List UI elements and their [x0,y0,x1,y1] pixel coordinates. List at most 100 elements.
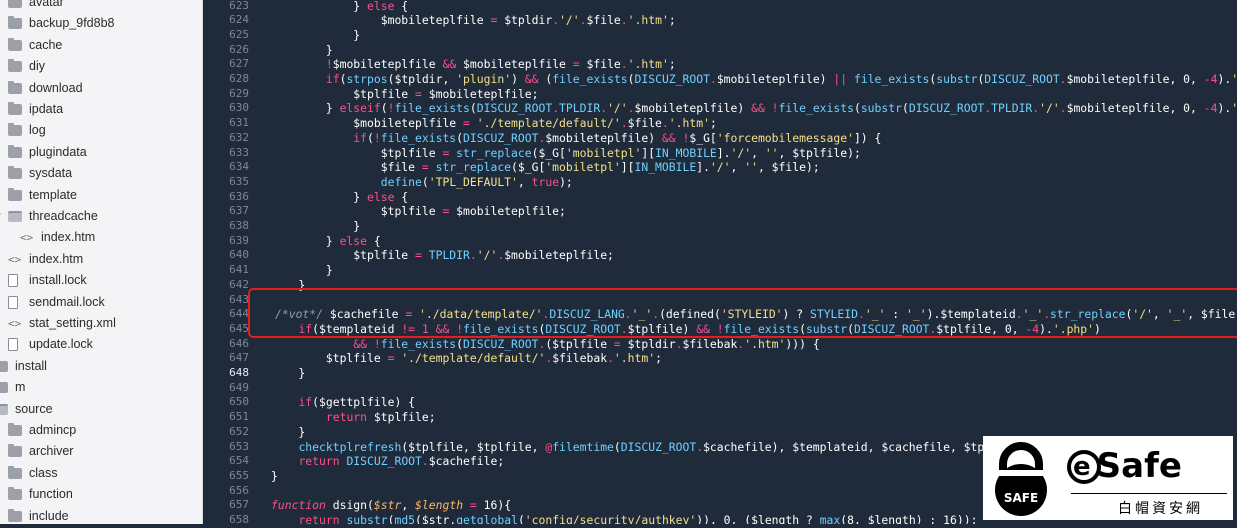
code-token: DISCUZ_ROOT [908,101,985,116]
code-line[interactable]: if(!file_exists(DISCUZ_ROOT.$mobileteplf… [271,131,881,146]
tree-item[interactable]: ›admincp [0,420,202,441]
tree-item[interactable]: ›class [0,463,202,484]
tree-item[interactable]: update.lock [0,334,202,355]
code-token: substr [936,72,978,86]
tree-item[interactable]: install.lock [0,270,202,291]
line-number: 636 [229,189,249,203]
code-token: = [421,160,429,175]
code-token: ($_G[ [531,145,566,160]
tree-item-label: install.lock [29,273,87,288]
tree-item[interactable]: ›backup_9fd8b8 [0,13,202,34]
tree-item[interactable]: install [0,356,202,377]
code-line[interactable]: } [271,425,305,440]
code-line[interactable]: $mobileteplfile = './template/default/'.… [271,116,717,131]
brand-text: Safe [1096,446,1182,486]
code-token: file_exists [778,101,854,116]
code-line[interactable]: if($gettplfile) { [271,395,415,410]
tree-item[interactable]: source [0,399,202,420]
code-token: ]. [696,160,710,175]
code-token: '/' [709,160,731,175]
code-line[interactable]: define('TPL_DEFAULT', true); [271,175,573,190]
code-line[interactable]: } [271,366,305,381]
line-number: 635 [229,174,249,188]
code-token: $file [627,116,662,131]
code-token: } [271,27,361,42]
code-token: $mobileteplfile [456,57,573,72]
code-token: ! [373,336,381,351]
code-line[interactable]: && !file_exists(DISCUZ_ROOT.($tplfile = … [271,336,820,352]
tree-item[interactable]: ›cache [0,35,202,56]
code-token: = [463,116,470,131]
tree-item[interactable]: ›archiver [0,441,202,462]
tree-item[interactable]: <> index.htm [0,227,202,248]
disclosure-chevron-icon[interactable]: ˅ [0,206,1,227]
tree-item[interactable]: ›template [0,185,202,206]
code-token: { [367,233,381,248]
code-line[interactable]: checktplrefresh($tplfile, $tplfile, @fil… [271,440,984,455]
line-number: 642 [229,277,249,291]
tree-item-label: backup_9fd8b8 [29,16,115,31]
code-line[interactable]: return DISCUZ_ROOT.$cachefile; [271,454,504,469]
code-token: = [572,57,580,72]
code-token: $cachefile; [428,454,505,469]
tree-item[interactable]: ›log [0,120,202,141]
tree-item[interactable]: ˅ threadcache [0,206,202,227]
code-token: $tplfile [271,204,443,219]
code-line[interactable]: } [271,469,278,484]
tree-item[interactable]: ›plugindata [0,142,202,163]
tree-item[interactable]: ›diy [0,56,202,77]
code-line[interactable]: return $tplfile; [271,410,436,425]
code-line[interactable]: } else { [271,0,408,13]
tree-item[interactable]: ›include [0,506,202,524]
code-line[interactable]: } elseif(!file_exists(DISCUZ_ROOT.TPLDIR… [271,101,1237,116]
code-line[interactable]: $tplfile = str_replace($_G['mobiletpl'][… [271,146,861,161]
code-line[interactable]: $tplfile = $mobileteplfile; [271,87,538,102]
code-line[interactable]: $tplfile = $mobileteplfile; [271,204,566,219]
code-token: if [353,130,368,145]
code-line[interactable]: } [271,43,333,58]
tree-item[interactable]: ›function [0,484,202,505]
code-line[interactable]: } [271,263,333,278]
folder-icon [8,487,22,501]
code-line[interactable]: $tplfile = './template/default/'.$fileba… [271,351,662,366]
code-token: $file [579,57,621,72]
code-line[interactable]: function dsign($str, $length = 16){ [271,498,511,513]
code-token: file_exists [380,130,457,145]
code-line[interactable]: } else { [271,234,381,249]
tree-item[interactable]: ›download [0,78,202,99]
code-token: IN_MOBILE [655,145,717,160]
code-line[interactable]: $tplfile = TPLDIR.'/'.$mobileteplfile; [271,248,614,263]
code-line[interactable]: !$mobileteplfile && $mobileteplfile = $f… [271,57,676,72]
folder-icon [8,423,22,436]
tree-item[interactable]: sendmail.lock [0,292,202,313]
code-token: . [421,454,429,469]
code-line[interactable]: return substr(md5($str.getglobal('config… [271,513,977,524]
tree-item[interactable]: m [0,377,202,398]
tree-item[interactable]: ›avatar [0,0,202,13]
code-token: && [751,101,765,116]
code-line[interactable]: } [271,219,360,234]
code-token: } [271,189,368,204]
code-token: $mobileteplfile; [504,248,614,263]
code-line[interactable]: $file = str_replace($_G['mobiletpl'][IN_… [271,160,820,175]
code-line[interactable]: } [271,28,360,43]
tree-item[interactable]: ›sysdata [0,163,202,184]
code-line[interactable]: $mobileteplfile = $tpldir.'/'.$file.'.ht… [271,13,676,28]
code-token: ($_G[ [511,160,546,175]
code-token: ))) { [785,336,820,351]
code-line[interactable]: if(strpos($tpldir, 'plugin') && (file_ex… [271,72,1237,87]
tree-item[interactable]: ›ipdata [0,99,202,120]
code-line[interactable]: } else { [271,190,408,205]
tree-item[interactable]: <> stat_setting.xml [0,313,202,334]
folder-icon [8,508,22,522]
code-token: ) [511,72,525,86]
tree-item[interactable]: <> index.htm [0,249,202,270]
line-number: 654 [229,454,249,468]
tree-item-label: plugindata [29,144,87,159]
line-number: 641 [229,263,249,277]
code-token: $mobileteplfile) [716,72,834,86]
brand-prefix: e [1073,452,1091,482]
